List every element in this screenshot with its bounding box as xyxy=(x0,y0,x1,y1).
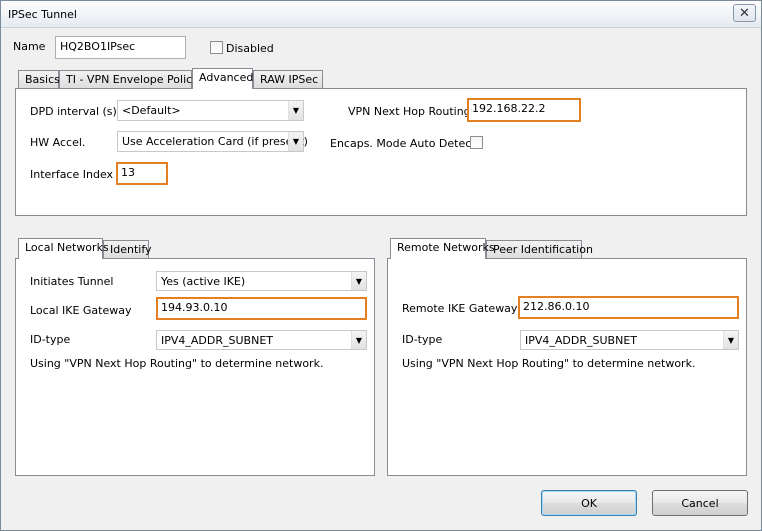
name-label: Name xyxy=(13,40,46,53)
initiates-tunnel-label: Initiates Tunnel xyxy=(30,275,114,288)
disabled-checkbox[interactable] xyxy=(210,41,223,54)
initiates-tunnel-value: Yes (active IKE) xyxy=(161,275,246,288)
disabled-label: Disabled xyxy=(226,42,274,55)
local-id-type-value: IPV4_ADDR_SUBNET xyxy=(161,334,273,347)
local-ike-gateway-input[interactable]: 194.93.0.10 xyxy=(156,297,367,320)
chevron-down-icon: ▼ xyxy=(351,331,366,349)
remote-id-type-select[interactable]: IPV4_ADDR_SUBNET ▼ xyxy=(520,330,739,350)
chevron-down-icon: ▼ xyxy=(288,132,303,151)
tab-remote-networks[interactable]: Remote Networks xyxy=(390,238,495,259)
encaps-mode-checkbox[interactable] xyxy=(470,136,483,149)
tab-vpn-envelope-policy[interactable]: TI - VPN Envelope Policy xyxy=(59,70,199,89)
ipsec-tunnel-dialog: IPSec Tunnel ✕ Name HQ2BO1IPsec Disabled… xyxy=(0,0,762,531)
chevron-down-icon: ▼ xyxy=(351,272,366,290)
remote-id-type-label: ID-type xyxy=(402,333,443,346)
tab-basics[interactable]: Basics xyxy=(18,70,60,89)
encaps-mode-label: Encaps. Mode Auto Detec. xyxy=(330,137,475,150)
remote-routing-note: Using "VPN Next Hop Routing" to determin… xyxy=(402,357,696,370)
chevron-down-icon: ▼ xyxy=(723,331,738,349)
cancel-button[interactable]: Cancel xyxy=(652,490,748,516)
tab-local-networks[interactable]: Local Networks xyxy=(18,238,109,259)
hw-accel-value: Use Acceleration Card (if present) xyxy=(122,135,308,148)
tab-peer-identification[interactable]: Peer Identification xyxy=(486,240,593,259)
hw-accel-select[interactable]: Use Acceleration Card (if present) ▼ xyxy=(117,131,308,152)
tab-raw-ipsec[interactable]: RAW IPSec xyxy=(253,70,323,89)
tab-identify[interactable]: Identify xyxy=(103,240,152,259)
name-input[interactable]: HQ2BO1IPsec xyxy=(55,36,186,59)
tab-advanced[interactable]: Advanced xyxy=(192,68,253,89)
dpd-interval-label: DPD interval (s) xyxy=(30,105,117,118)
close-icon: ✕ xyxy=(739,5,750,21)
local-id-type-label: ID-type xyxy=(30,333,71,346)
vpn-next-hop-label: VPN Next Hop Routing xyxy=(348,105,471,118)
initiates-tunnel-select[interactable]: Yes (active IKE) ▼ xyxy=(156,271,367,291)
interface-index-label: Interface Index xyxy=(30,168,114,181)
remote-id-type-value: IPV4_ADDR_SUBNET xyxy=(525,334,637,347)
local-routing-note: Using "VPN Next Hop Routing" to determin… xyxy=(30,357,324,370)
local-id-type-select[interactable]: IPV4_ADDR_SUBNET ▼ xyxy=(156,330,367,350)
close-button[interactable]: ✕ xyxy=(733,4,756,22)
remote-ike-gateway-label: Remote IKE Gateway xyxy=(402,302,518,315)
chevron-down-icon: ▼ xyxy=(288,101,303,120)
vpn-next-hop-input[interactable]: 192.168.22.2 xyxy=(467,98,581,122)
interface-index-input[interactable]: 13 xyxy=(116,162,168,185)
dpd-interval-value: <Default> xyxy=(122,104,181,117)
title-bar: IPSec Tunnel ✕ xyxy=(1,1,761,28)
window-title: IPSec Tunnel xyxy=(8,8,77,21)
ok-button[interactable]: OK xyxy=(541,490,637,516)
remote-ike-gateway-input[interactable]: 212.86.0.10 xyxy=(518,296,739,319)
hw-accel-label: HW Accel. xyxy=(30,136,86,149)
dpd-interval-select[interactable]: <Default> ▼ xyxy=(117,100,304,121)
local-ike-gateway-label: Local IKE Gateway xyxy=(30,304,132,317)
